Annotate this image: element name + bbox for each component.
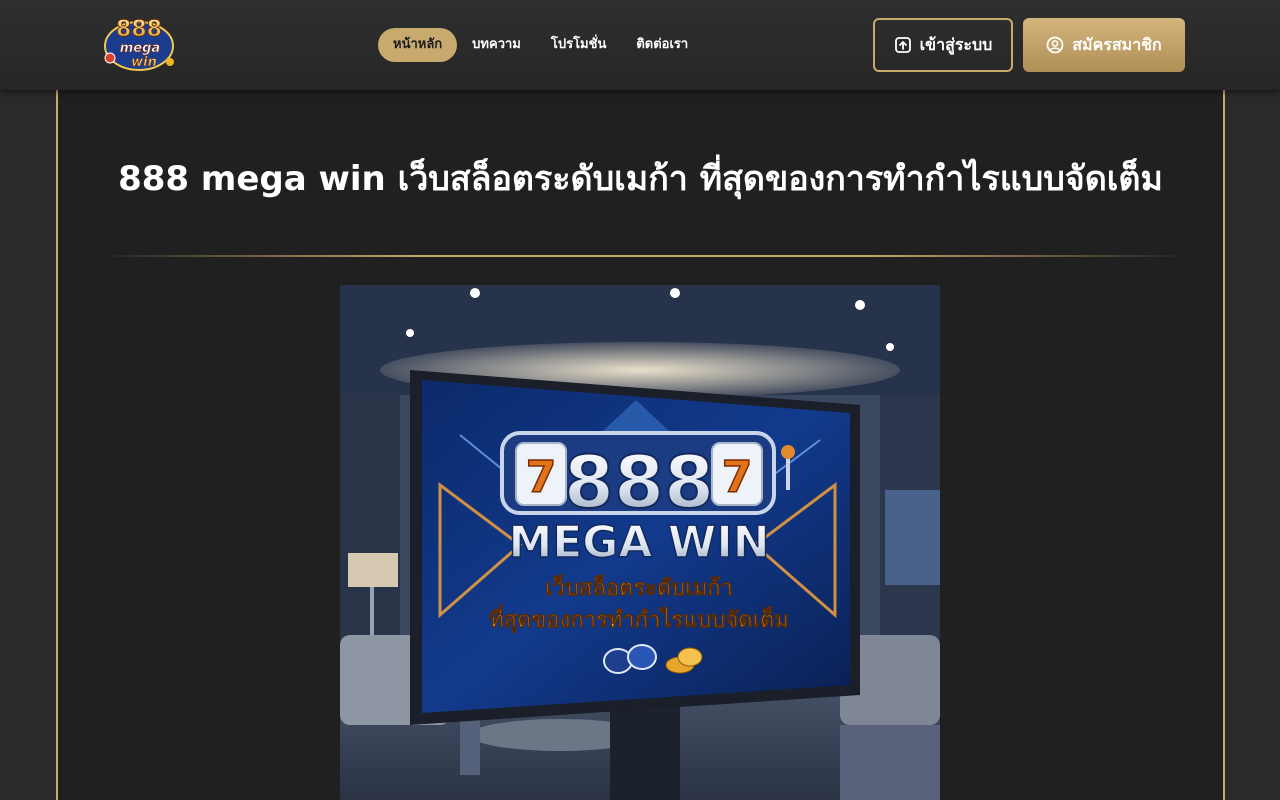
register-button[interactable]: สมัครสมาชิก [1023, 18, 1185, 72]
main-nav: หน้าหลัก บทความ โปรโมชั่น ติดต่อเรา [378, 28, 703, 62]
screen-caption-line2: ที่สุดของการทำกำไรแบบจัดเต็ม [489, 603, 789, 634]
nav-item-home[interactable]: หน้าหลัก [378, 28, 458, 62]
nav-item-promotions[interactable]: โปรโมชั่น [536, 28, 621, 62]
nav-item-contact[interactable]: ติดต่อเรา [621, 28, 703, 62]
login-icon [894, 36, 912, 54]
reel-left-text: 7 [526, 452, 557, 503]
screen-subheadline: MEGA WIN [508, 517, 769, 568]
title-divider [98, 255, 1188, 257]
login-label: เข้าสู่ระบบ [919, 34, 993, 54]
poker-chips-icon [603, 644, 657, 674]
reel-right-text: 7 [722, 452, 753, 503]
page-title: 888 mega win เว็บสล็อตระดับเมก้า ที่สุดข… [118, 159, 1163, 199]
hero-image: 7 7 888 MEGA WIN เว็บสล็อตระดับเมก้า ที่… [340, 285, 940, 800]
screen-headline: 888 [564, 440, 714, 524]
logo-bottom-text: win [131, 55, 157, 70]
main-content: 888 mega win เว็บสล็อตระดับเมก้า ที่สุดข… [56, 90, 1225, 800]
logo-middle-text: mega [120, 41, 160, 56]
screen-caption-line1: เว็บสล็อตระดับเมก้า [545, 573, 733, 601]
brand-logo[interactable]: 888 mega win [100, 10, 178, 76]
login-button[interactable]: เข้าสู่ระบบ [873, 18, 1013, 72]
register-label: สมัครสมาชิก [1072, 34, 1162, 54]
logo-top-text: 888 [116, 17, 162, 42]
user-circle-icon [1046, 36, 1064, 54]
site-header: 888 mega win หน้าหลัก บทความ โปรโมชั่น ต… [0, 0, 1280, 90]
nav-item-articles[interactable]: บทความ [457, 28, 536, 62]
